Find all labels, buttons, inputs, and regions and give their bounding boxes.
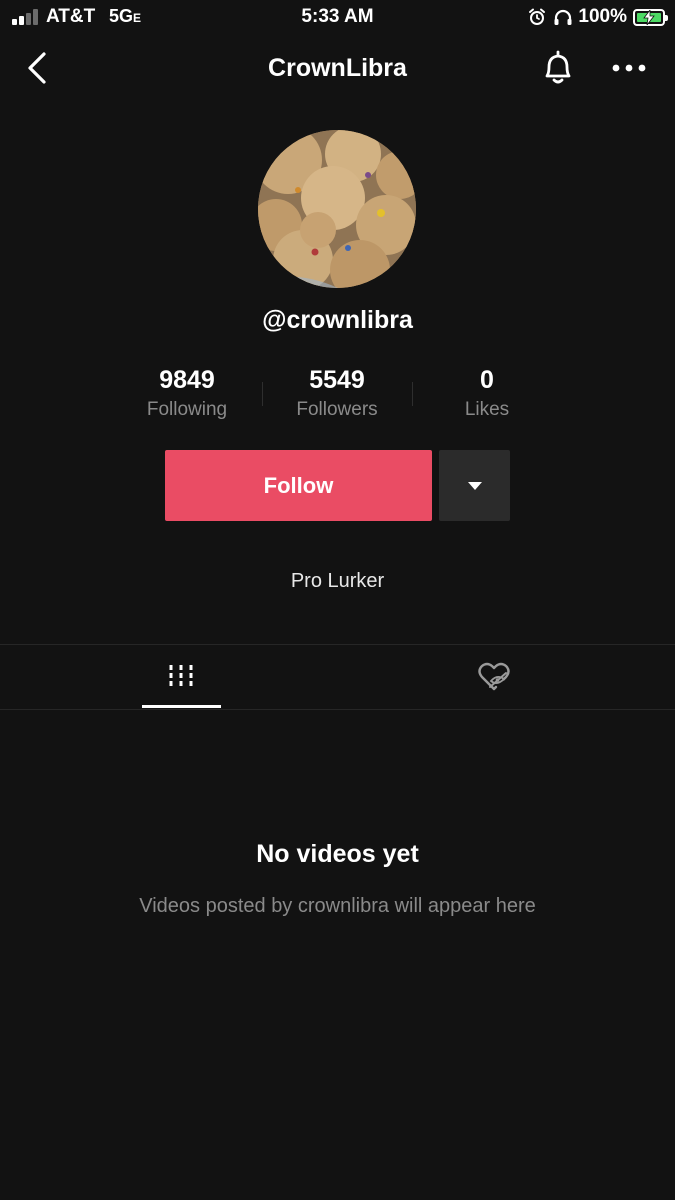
empty-state-title: No videos yet: [256, 840, 419, 868]
active-tab-indicator: [142, 705, 221, 708]
avatar[interactable]: [258, 130, 416, 288]
profile-bio: Pro Lurker: [290, 570, 385, 592]
headphones-icon: [554, 9, 572, 25]
stat-likes: 0 Likes: [412, 364, 562, 430]
empty-state-subtitle: Videos posted by crownlibra will appear …: [139, 895, 536, 917]
bell-icon[interactable]: [538, 48, 578, 88]
suggested-accounts-dropdown-button[interactable]: [439, 450, 510, 521]
profile-stats: 9849 Following 5549 Followers 0 Likes: [112, 364, 562, 430]
tab-videos[interactable]: [0, 645, 337, 709]
battery-percent: 100%: [578, 6, 627, 27]
top-nav: CrownLibra: [0, 40, 675, 98]
stat-label: Likes: [464, 399, 510, 420]
stat-label: Following: [146, 399, 228, 420]
follow-button[interactable]: Follow: [165, 450, 432, 521]
stat-following[interactable]: 9849 Following: [112, 364, 262, 430]
private-heart-icon: [478, 662, 510, 691]
stat-count: 0: [480, 366, 494, 394]
profile-screen: AT&T 5GE 5:33 AM 100% CrownLibra @crownl…: [0, 0, 675, 1200]
tab-liked[interactable]: [338, 645, 675, 709]
more-icon[interactable]: [608, 54, 650, 82]
caret-down-icon: [467, 481, 482, 490]
battery-charging-icon: [633, 8, 668, 26]
stat-count: 5549: [309, 366, 365, 394]
alarm-icon: [529, 8, 546, 25]
grid-icon: [169, 665, 193, 689]
stat-count: 9849: [159, 366, 215, 394]
stat-followers[interactable]: 5549 Followers: [262, 364, 412, 430]
profile-handle: @crownlibra: [262, 306, 413, 334]
divider: [0, 709, 675, 710]
stat-label: Followers: [296, 399, 378, 420]
status-bar: AT&T 5GE 5:33 AM 100%: [0, 0, 675, 34]
status-indicators: 100%: [528, 5, 668, 29]
